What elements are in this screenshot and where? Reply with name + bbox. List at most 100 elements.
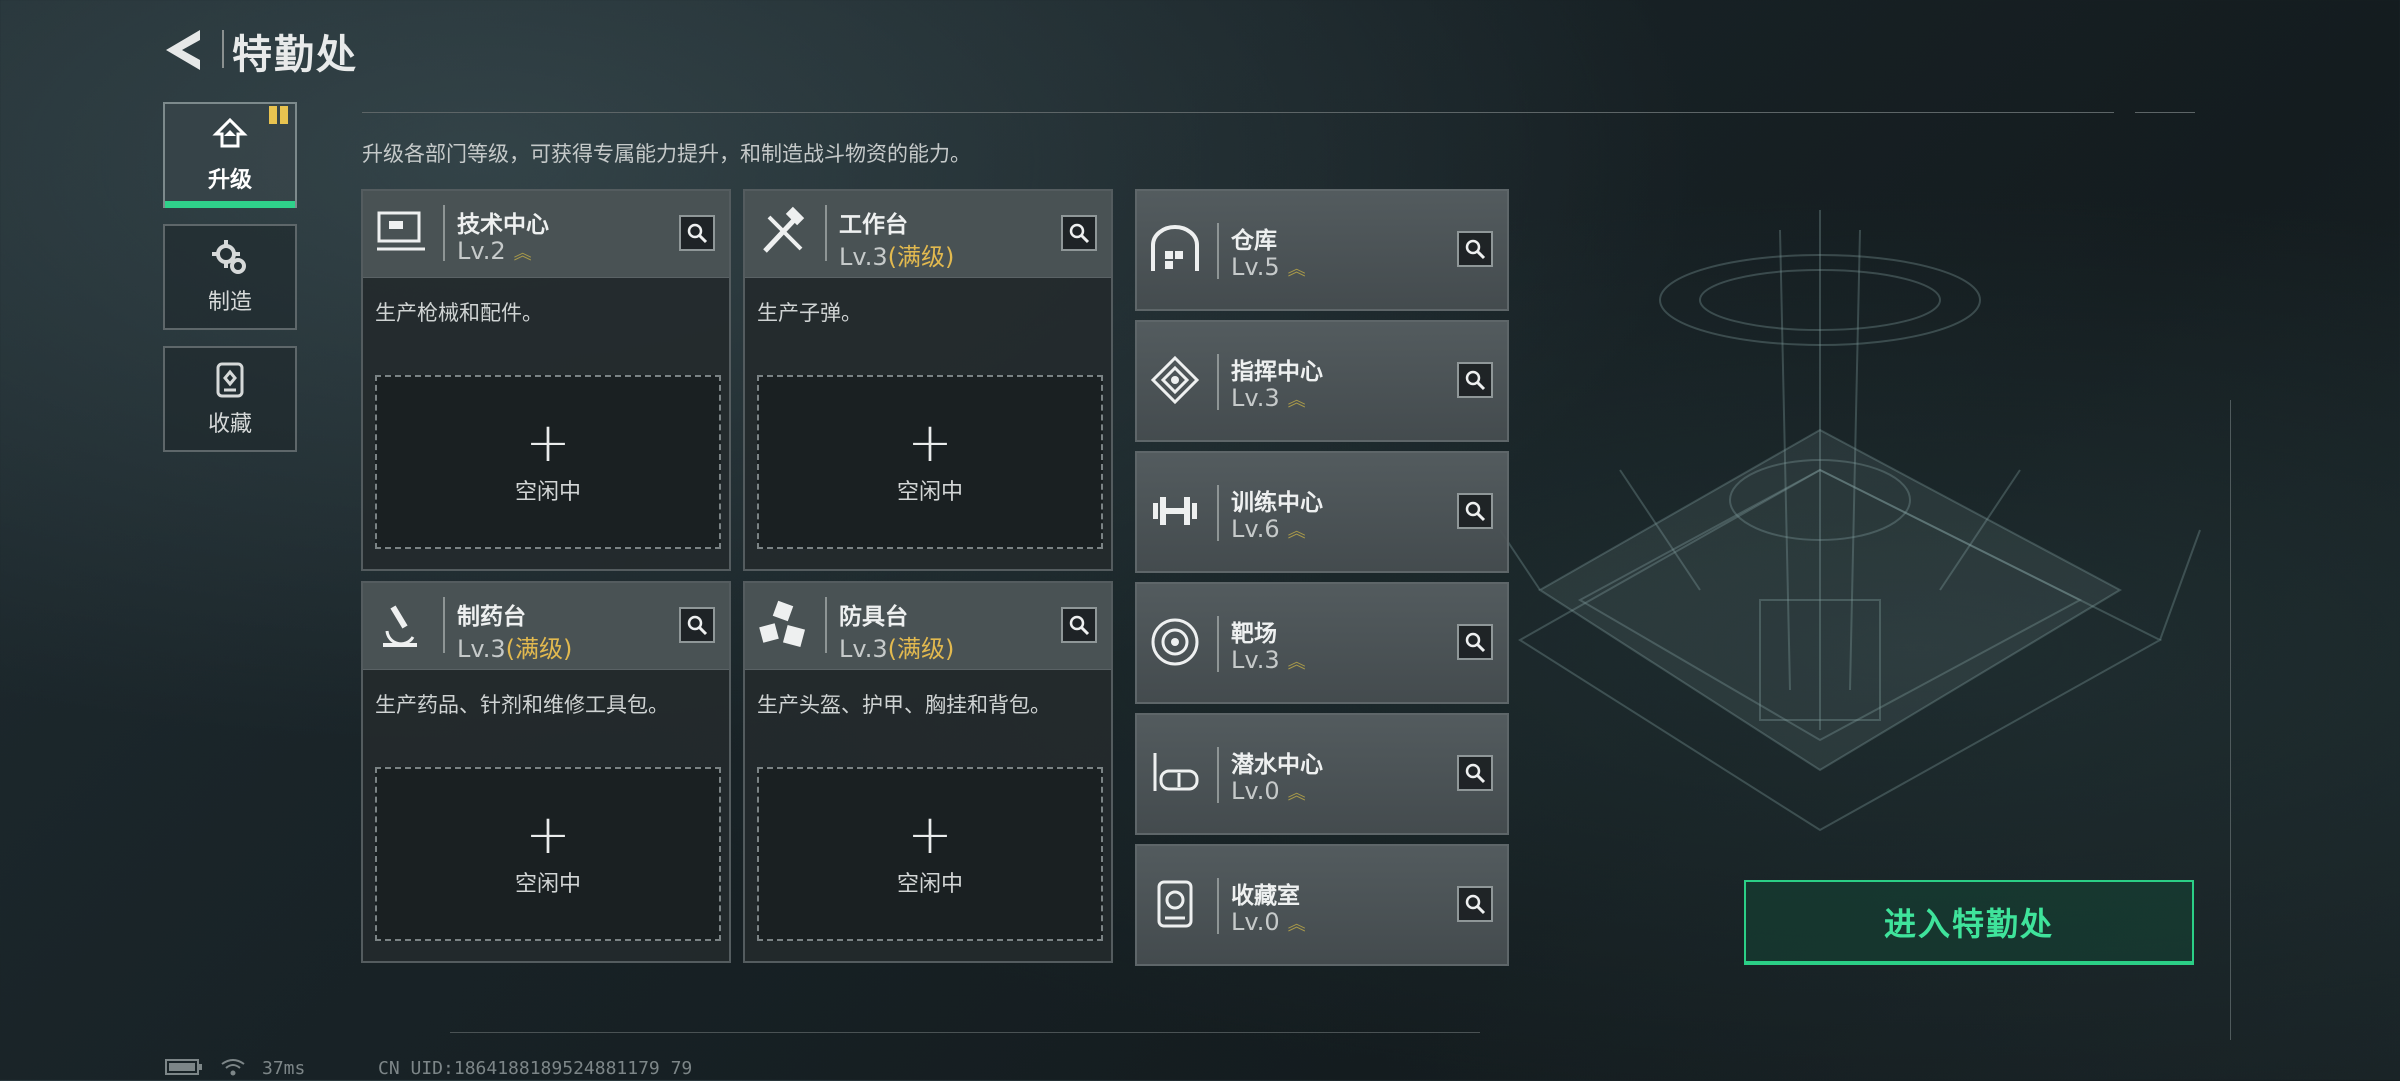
- card-level: Lv.6 ︽: [1231, 515, 1306, 543]
- card-separator: [825, 205, 827, 261]
- active-tab-indicator: [165, 201, 295, 208]
- search-button[interactable]: [1457, 493, 1493, 529]
- card-level: Lv.5 ︽: [1231, 253, 1306, 281]
- upgrade-icon: [212, 117, 248, 148]
- collection-room-card[interactable]: 收藏室 Lv.0 ︽: [1135, 844, 1509, 966]
- card-header: 技术中心 Lv.2 ︽: [363, 191, 729, 278]
- tab-upgrade[interactable]: 升级: [163, 102, 297, 208]
- card-level: Lv.0 ︽: [1231, 777, 1306, 805]
- command-center-card[interactable]: 指挥中心 Lv.3 ︽: [1135, 320, 1509, 442]
- card-separator: [1217, 747, 1219, 803]
- tools-icon: [763, 206, 805, 253]
- shooting-range-card[interactable]: 靶场 Lv.3 ︽: [1135, 582, 1509, 704]
- pharmacy-card: 制药台 Lv.3(满级) 生产药品、针剂和维修工具包。 + 空闲中: [361, 581, 731, 963]
- max-level-tag: (满级): [505, 635, 573, 663]
- wifi-icon: [220, 1058, 246, 1081]
- command-icon: [1150, 355, 1200, 405]
- search-button[interactable]: [1457, 886, 1493, 922]
- card-separator: [1217, 223, 1219, 279]
- production-slot[interactable]: + 空闲中: [757, 375, 1103, 549]
- card-title: 防具台: [839, 604, 908, 630]
- tab-label: 收藏: [207, 412, 252, 437]
- search-icon: [687, 223, 708, 244]
- search-button[interactable]: [1457, 231, 1493, 267]
- back-arrow-icon: [166, 30, 200, 70]
- armor-blocks-icon: [759, 600, 806, 648]
- card-description: 生产枪械和配件。: [375, 301, 543, 325]
- base-hologram-image: [1500, 210, 2201, 832]
- search-button[interactable]: [1457, 624, 1493, 660]
- card-level: Lv.3(满级): [839, 635, 955, 663]
- tab-collection[interactable]: 收藏: [163, 346, 297, 452]
- upgrade-chevron-icon: ︽: [1287, 521, 1306, 542]
- plus-icon: +: [525, 411, 571, 474]
- card-level: Lv.2 ︽: [457, 237, 532, 265]
- card-title: 潜水中心: [1231, 752, 1323, 778]
- page-description: 升级各部门等级，可获得专属能力提升，和制造战斗物资的能力。: [362, 142, 971, 166]
- card-title: 指挥中心: [1231, 359, 1323, 385]
- search-icon: [1465, 763, 1486, 784]
- slot-status: 空闲中: [514, 480, 581, 505]
- slot-status: 空闲中: [896, 480, 963, 505]
- trophy-case-icon: [1157, 880, 1193, 928]
- ping-readout: 37ms: [262, 1058, 306, 1079]
- search-icon: [1465, 632, 1486, 653]
- enter-button-underline: [1744, 961, 2194, 965]
- card-separator: [443, 597, 445, 653]
- card-title: 收藏室: [1231, 883, 1300, 909]
- card-header: 防具台 Lv.3(满级): [745, 583, 1111, 670]
- upgrade-chevron-icon: ︽: [1287, 652, 1306, 673]
- training-center-card[interactable]: 训练中心 Lv.6 ︽: [1135, 451, 1509, 573]
- enter-special-service-button[interactable]: 进入特勤处: [1744, 880, 2194, 964]
- production-slot[interactable]: + 空闲中: [375, 767, 721, 941]
- search-button[interactable]: [1457, 362, 1493, 398]
- production-slot[interactable]: + 空闲中: [375, 375, 721, 549]
- tab-label: 升级: [207, 168, 252, 193]
- dumbbell-icon: [1153, 497, 1197, 525]
- production-slot[interactable]: + 空闲中: [757, 767, 1103, 941]
- card-title: 训练中心: [1231, 490, 1323, 516]
- diving-center-card[interactable]: 潜水中心 Lv.0 ︽: [1135, 713, 1509, 835]
- search-button[interactable]: [1061, 607, 1097, 643]
- card-separator: [825, 597, 827, 653]
- tech-center-card: 技术中心 Lv.2 ︽ 生产枪械和配件。 + 空闲中: [361, 189, 731, 571]
- card-separator: [443, 205, 445, 261]
- card-title: 工作台: [839, 212, 908, 238]
- max-level-tag: (满级): [887, 635, 955, 663]
- max-level-tag: (满级): [887, 243, 955, 271]
- warehouse-card[interactable]: 仓库 Lv.5 ︽: [1135, 189, 1509, 311]
- card-level: Lv.3 ︽: [1231, 384, 1306, 412]
- search-button[interactable]: [679, 607, 715, 643]
- workbench-card: 工作台 Lv.3(满级) 生产子弹。 + 空闲中: [743, 189, 1113, 571]
- gear-icon: [212, 240, 246, 274]
- microscope-icon: [383, 605, 417, 647]
- right-frame-line: [2230, 400, 2231, 1040]
- upgrade-chevron-icon: ︽: [1287, 390, 1306, 411]
- card-separator: [1217, 485, 1219, 541]
- search-button[interactable]: [1061, 215, 1097, 251]
- card-title: 仓库: [1231, 228, 1277, 254]
- search-icon: [1069, 615, 1090, 636]
- monitor-icon: [377, 211, 425, 251]
- card-description: 生产头盔、护甲、胸挂和背包。: [757, 693, 1051, 717]
- back-button[interactable]: [160, 24, 212, 76]
- card-level: Lv.0 ︽: [1231, 908, 1306, 936]
- search-icon: [1465, 370, 1486, 391]
- upgrade-chevron-icon: ︽: [513, 243, 532, 264]
- card-title: 靶场: [1231, 621, 1277, 647]
- tab-craft[interactable]: 制造: [163, 224, 297, 330]
- upgrade-chevron-icon: ︽: [1287, 914, 1306, 935]
- collection-icon: [216, 362, 244, 398]
- card-separator: [1217, 616, 1219, 672]
- plus-icon: +: [525, 803, 571, 866]
- user-uid: CN UID:1864188189524881179 79: [378, 1058, 693, 1079]
- page-title: 特勤处: [232, 32, 358, 78]
- search-button[interactable]: [679, 215, 715, 251]
- search-button[interactable]: [1457, 755, 1493, 791]
- card-level: Lv.3(满级): [457, 635, 573, 663]
- card-description: 生产药品、针剂和维修工具包。: [375, 693, 669, 717]
- notification-badge: [269, 106, 291, 124]
- battery-icon: [165, 1058, 203, 1081]
- card-header: 工作台 Lv.3(满级): [745, 191, 1111, 278]
- card-description: 生产子弹。: [757, 301, 862, 325]
